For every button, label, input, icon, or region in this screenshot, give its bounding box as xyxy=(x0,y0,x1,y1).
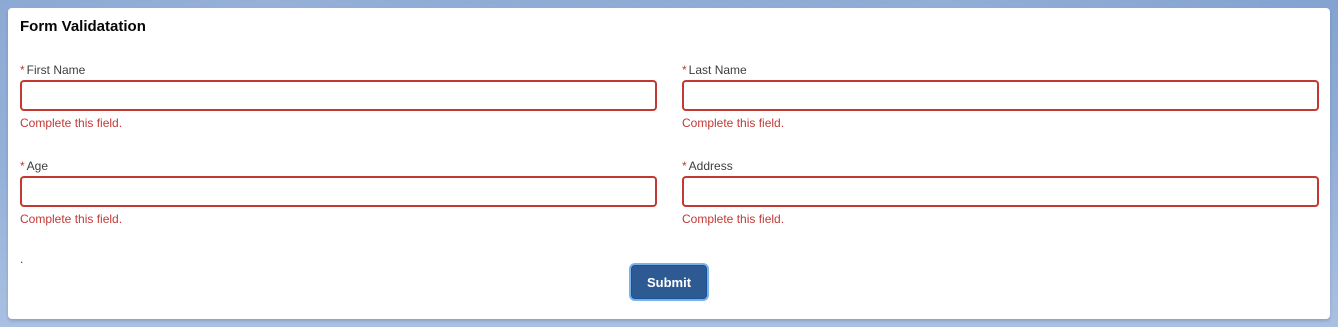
last-name-error: Complete this field. xyxy=(682,116,785,130)
address-label-text: Address xyxy=(688,159,733,173)
first-name-field: * First Name Complete this field. xyxy=(20,63,657,130)
last-name-field: * Last Name Complete this field. xyxy=(682,63,1319,130)
first-name-error: Complete this field. xyxy=(20,116,123,130)
last-name-input[interactable] xyxy=(682,80,1319,111)
stray-text: . xyxy=(20,252,24,266)
first-name-label-text: First Name xyxy=(26,63,86,77)
required-marker: * xyxy=(682,63,687,77)
required-marker: * xyxy=(20,159,25,173)
address-input[interactable] xyxy=(682,176,1319,207)
address-label: * Address xyxy=(682,159,1319,173)
address-error: Complete this field. xyxy=(682,212,785,226)
first-name-label: * First Name xyxy=(20,63,657,77)
age-field: * Age Complete this field. xyxy=(20,159,657,226)
submit-button[interactable]: Submit xyxy=(631,265,707,299)
last-name-label-text: Last Name xyxy=(688,63,747,77)
age-input[interactable] xyxy=(20,176,657,207)
address-field: * Address Complete this field. xyxy=(682,159,1319,226)
required-marker: * xyxy=(682,159,687,173)
form-card: Form Validatation * First Name Complete t… xyxy=(8,8,1330,319)
last-name-label: * Last Name xyxy=(682,63,1319,77)
age-error: Complete this field. xyxy=(20,212,123,226)
required-marker: * xyxy=(20,63,25,77)
first-name-input[interactable] xyxy=(20,80,657,111)
form-title: Form Validatation xyxy=(20,18,146,35)
age-label: * Age xyxy=(20,159,657,173)
age-label-text: Age xyxy=(26,159,49,173)
